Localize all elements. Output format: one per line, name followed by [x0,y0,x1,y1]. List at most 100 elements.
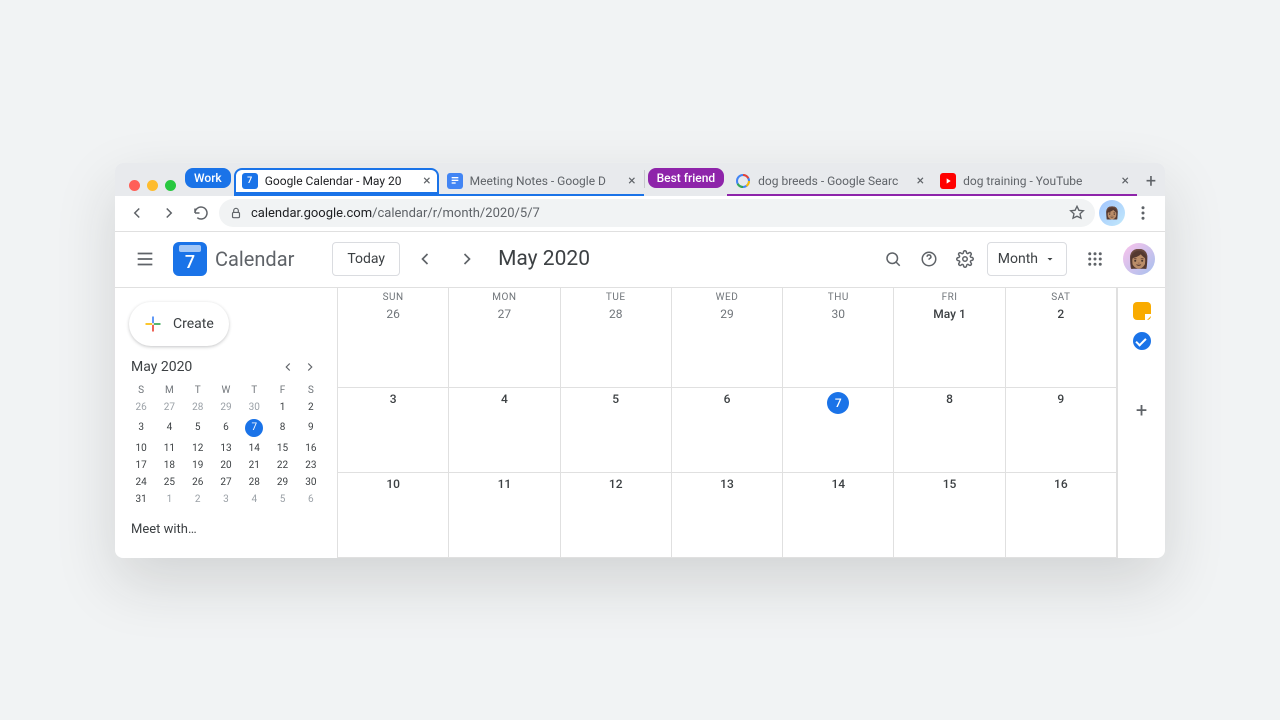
mini-day[interactable]: 17 [127,457,155,474]
view-picker[interactable]: Month [987,242,1067,276]
mini-day[interactable]: 4 [240,491,268,508]
grid-cell[interactable]: 12 [561,473,672,558]
mini-day[interactable]: 6 [212,416,240,440]
account-avatar[interactable] [1123,243,1155,275]
grid-cell[interactable]: 9 [1006,388,1117,473]
mini-day[interactable]: 2 [297,399,325,416]
mini-day[interactable]: 29 [268,474,296,491]
mini-day[interactable]: 1 [268,399,296,416]
browser-menu-button[interactable] [1129,199,1157,227]
calendar-grid[interactable]: SUNMONTUEWEDTHUFRISAT 2627282930May 1234… [337,288,1117,558]
mini-day[interactable]: 11 [155,440,183,457]
grid-cell[interactable]: 11 [449,473,560,558]
grid-cell[interactable]: May 1 [894,303,1005,388]
mini-day[interactable]: 30 [240,399,268,416]
prev-period-button[interactable] [408,242,442,276]
mini-day[interactable]: 3 [127,416,155,440]
mini-day[interactable]: 1 [155,491,183,508]
mini-day[interactable]: 4 [155,416,183,440]
grid-cell[interactable]: 3 [338,388,449,473]
mini-day[interactable]: 20 [212,457,240,474]
mini-calendar[interactable]: SMTWTFS 26272829301234567891011121314151… [127,382,325,508]
close-tab-icon[interactable]: × [628,174,635,188]
main-menu-button[interactable] [125,239,165,279]
mini-day[interactable]: 15 [268,440,296,457]
tab-google-search[interactable]: dog breeds - Google Searc × [727,168,932,196]
mini-day[interactable]: 3 [212,491,240,508]
grid-cell[interactable]: 15 [894,473,1005,558]
grid-cell[interactable]: 14 [783,473,894,558]
mini-day[interactable]: 6 [297,491,325,508]
tab-calendar[interactable]: 7 Google Calendar - May 20 × [234,168,439,196]
mini-day[interactable]: 26 [127,399,155,416]
mini-day[interactable]: 19 [184,457,212,474]
mini-day[interactable]: 9 [297,416,325,440]
maximize-window-icon[interactable] [165,180,176,191]
grid-cell[interactable]: 29 [672,303,783,388]
new-tab-button[interactable]: + [1137,168,1165,196]
nav-forward-button[interactable] [155,199,183,227]
meet-with-label[interactable]: Meet with… [131,522,321,537]
grid-cell[interactable]: 30 [783,303,894,388]
google-apps-button[interactable] [1075,239,1115,279]
minimize-window-icon[interactable] [147,180,158,191]
grid-cell[interactable]: 4 [449,388,560,473]
grid-cell[interactable]: 28 [561,303,672,388]
close-tab-icon[interactable]: × [1122,174,1129,188]
mini-day[interactable]: 26 [184,474,212,491]
mini-day[interactable]: 23 [297,457,325,474]
mini-day[interactable]: 27 [212,474,240,491]
close-tab-icon[interactable]: × [423,174,430,188]
tab-group-work[interactable]: Work [185,168,231,188]
mini-day[interactable]: 28 [184,399,212,416]
next-period-button[interactable] [450,242,484,276]
mini-day[interactable]: 27 [155,399,183,416]
grid-cell[interactable]: 16 [1006,473,1117,558]
close-window-icon[interactable] [129,180,140,191]
grid-cell[interactable]: 26 [338,303,449,388]
mini-day[interactable]: 7 [240,416,268,440]
mini-day[interactable]: 24 [127,474,155,491]
mini-day[interactable]: 28 [240,474,268,491]
tab-group-bestfriend[interactable]: Best friend [648,168,725,188]
keep-icon[interactable] [1133,302,1151,320]
tab-youtube[interactable]: dog training - YouTube × [932,168,1137,196]
tab-docs[interactable]: Meeting Notes - Google D × [439,168,644,196]
mini-day[interactable]: 10 [127,440,155,457]
mini-day[interactable]: 21 [240,457,268,474]
grid-cell[interactable]: 13 [672,473,783,558]
mini-day[interactable]: 31 [127,491,155,508]
create-button[interactable]: Create [129,302,229,346]
profile-avatar[interactable]: 👩🏽 [1099,200,1125,226]
nav-reload-button[interactable] [187,199,215,227]
mini-day[interactable]: 2 [184,491,212,508]
mini-day[interactable]: 5 [184,416,212,440]
mini-next-button[interactable] [299,356,321,378]
search-button[interactable] [879,245,907,273]
mini-day[interactable]: 16 [297,440,325,457]
grid-cell[interactable]: 8 [894,388,1005,473]
mini-prev-button[interactable] [277,356,299,378]
mini-day[interactable]: 22 [268,457,296,474]
mini-day[interactable]: 13 [212,440,240,457]
mini-day[interactable]: 14 [240,440,268,457]
mini-day[interactable]: 30 [297,474,325,491]
tasks-icon[interactable] [1133,332,1151,350]
window-controls[interactable] [127,180,182,196]
mini-day[interactable]: 8 [268,416,296,440]
mini-day[interactable]: 29 [212,399,240,416]
mini-day[interactable]: 5 [268,491,296,508]
address-bar[interactable]: calendar.google.com/calendar/r/month/202… [219,199,1095,227]
grid-cell[interactable]: 5 [561,388,672,473]
grid-cell[interactable]: 27 [449,303,560,388]
grid-cell[interactable]: 6 [672,388,783,473]
settings-button[interactable] [951,245,979,273]
star-icon[interactable] [1069,205,1085,221]
mini-day[interactable]: 25 [155,474,183,491]
grid-cell[interactable]: 2 [1006,303,1117,388]
mini-day[interactable]: 12 [184,440,212,457]
grid-cell[interactable]: 10 [338,473,449,558]
add-addon-button[interactable]: + [1136,398,1147,422]
close-tab-icon[interactable]: × [917,174,924,188]
nav-back-button[interactable] [123,199,151,227]
